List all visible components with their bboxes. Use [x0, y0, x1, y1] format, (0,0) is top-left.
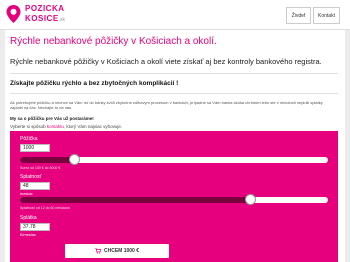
term-unit: mesiac: [20, 191, 33, 196]
term-slider-fill: [20, 197, 251, 203]
intro-text: Rýchle nebankové pôžičky v Košiciach a o…: [10, 57, 322, 66]
contact-tip: Vyberte si spôsob kontaktu, ktorý Vám na…: [10, 124, 122, 129]
term-slider-handle[interactable]: [245, 194, 256, 205]
logo-text-line2: KOSICE.sk: [25, 14, 65, 25]
term-value: 48: [23, 183, 29, 189]
logo-text-name: KOSICE: [25, 14, 59, 23]
logo-suffix: .sk: [58, 17, 66, 23]
page: POZICKA KOSICE.sk Živdef Kontakt Rýchle …: [0, 0, 350, 262]
divider: [10, 93, 338, 94]
term-slider[interactable]: [20, 194, 328, 205]
request-loan-button[interactable]: CHCEM 1000 €: [65, 244, 169, 258]
contact-tip-prefix: Vyberte si spôsob: [10, 124, 46, 129]
section-heading: Získajte pôžičku rýchlo a bez zbytočných…: [10, 80, 179, 87]
logo[interactable]: POZICKA KOSICE.sk: [5, 3, 67, 27]
header: POZICKA KOSICE.sk Živdef Kontakt: [0, 0, 350, 30]
term-field[interactable]: 48: [20, 182, 50, 190]
installment-value: 37.78: [23, 224, 36, 230]
description-paragraph: Ak potrebujete pôžičku a nechce sa Vám í…: [10, 100, 323, 110]
pin-icon: [6, 5, 21, 23]
cart-icon: [95, 248, 101, 254]
nav-button-zivdef[interactable]: Živdef: [286, 7, 311, 24]
term-range-hint: Splatnosť od 12 do 60 mesiacov: [20, 206, 71, 210]
installment-label: Splátka: [20, 215, 37, 221]
loan-label: Pôžička: [20, 136, 38, 142]
loan-amount-value: 1000: [23, 145, 35, 151]
loan-slider[interactable]: [20, 154, 328, 165]
page-title: Rýchle nebankové pôžičky v Košiciach a o…: [10, 36, 217, 47]
contact-link[interactable]: kontaktu,: [47, 124, 65, 129]
term-label: Splatnosť: [20, 174, 42, 180]
logo-text-line1: POZICKA: [25, 4, 65, 13]
loan-slider-handle[interactable]: [69, 154, 80, 165]
installment-unit: €/mesiac: [20, 232, 37, 237]
divider: [10, 73, 338, 74]
request-loan-label: CHCEM 1000 €: [103, 248, 139, 254]
loan-slider-fill: [20, 157, 75, 163]
loan-range-hint: Suma od 100 € do 5000 €: [20, 166, 61, 170]
nav-button-kontakt[interactable]: Kontakt: [313, 7, 340, 24]
loan-amount-field[interactable]: 1000: [20, 144, 50, 152]
installment-field: 37.78: [20, 223, 50, 231]
callout-text: My sa o pôžičku pre Vás už postaráme!: [10, 116, 94, 121]
main-content: Rýchle nebankové pôžičky v Košiciach a o…: [5, 30, 345, 262]
contact-tip-suffix: ktorý Vám najviac vyhovuje.: [66, 124, 123, 129]
loan-calculator: Pôžička 1000 Suma od 100 € do 5000 € Spl…: [10, 131, 338, 262]
